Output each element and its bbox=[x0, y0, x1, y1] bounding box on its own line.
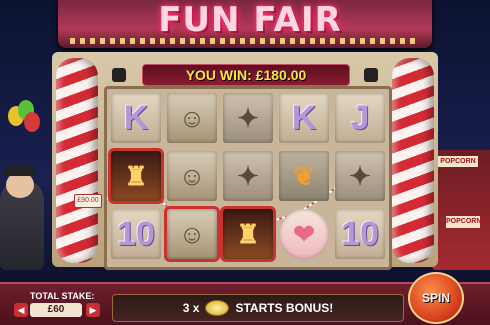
left-striped-pole bbox=[56, 58, 98, 263]
mustache-man-icon: ☺ bbox=[167, 151, 217, 201]
mustache-man-icon: ☺ bbox=[167, 93, 217, 143]
popcorn-stand bbox=[432, 150, 490, 270]
bonus-text: STARTS BONUS! bbox=[235, 301, 334, 315]
stake-decrease-icon[interactable]: ◀ bbox=[14, 303, 28, 317]
game-title: FUN FAIR bbox=[158, 0, 342, 40]
bowler-hat-icon bbox=[4, 166, 36, 176]
win-banner: YOU WIN: £180.00 bbox=[142, 64, 350, 86]
total-stake-label: TOTAL STAKE: bbox=[30, 291, 95, 301]
reel-symbol: K bbox=[279, 93, 329, 143]
balloon-icon bbox=[24, 112, 40, 132]
reel-symbol: 10 bbox=[335, 209, 385, 259]
bonus-info-panel: 3 x STARTS BONUS! bbox=[112, 294, 404, 322]
balloon-icon: ❤ bbox=[279, 209, 329, 259]
reel-symbol: J bbox=[335, 93, 385, 143]
carousel-icon: ♜ bbox=[223, 209, 273, 259]
reel-symbol: 10 bbox=[111, 209, 161, 259]
mustache-man-icon: ☺ bbox=[167, 209, 217, 259]
popcorn-sign: POPCORN bbox=[446, 216, 481, 228]
total-stake-value: £60 bbox=[30, 303, 82, 317]
bonus-count: 3 x bbox=[182, 301, 200, 315]
reel-grid: K ☺ ✦ K J ♜ ☺ ✦ ❦ ✦ 10 ☺ ♜ ❤ 10 bbox=[104, 86, 392, 270]
payline-marker: £90.00 bbox=[74, 194, 102, 208]
ticket-icon: ✦ bbox=[335, 151, 385, 201]
carousel-icon: ♜ bbox=[111, 151, 161, 201]
spotlight-icon bbox=[364, 68, 378, 82]
reel-symbol: K bbox=[111, 93, 161, 143]
ticket-icon: ✦ bbox=[223, 151, 273, 201]
ticket-icon: ✦ bbox=[223, 93, 273, 143]
spin-button[interactable]: SPIN bbox=[408, 272, 464, 324]
spotlight-icon bbox=[112, 68, 126, 82]
popcorn-sign: POPCORN bbox=[438, 156, 478, 167]
bonus-coin-icon bbox=[205, 300, 230, 316]
right-striped-pole bbox=[392, 58, 434, 263]
goldfish-icon: ❦ bbox=[279, 151, 329, 201]
stake-increase-icon[interactable]: ▶ bbox=[86, 303, 100, 317]
